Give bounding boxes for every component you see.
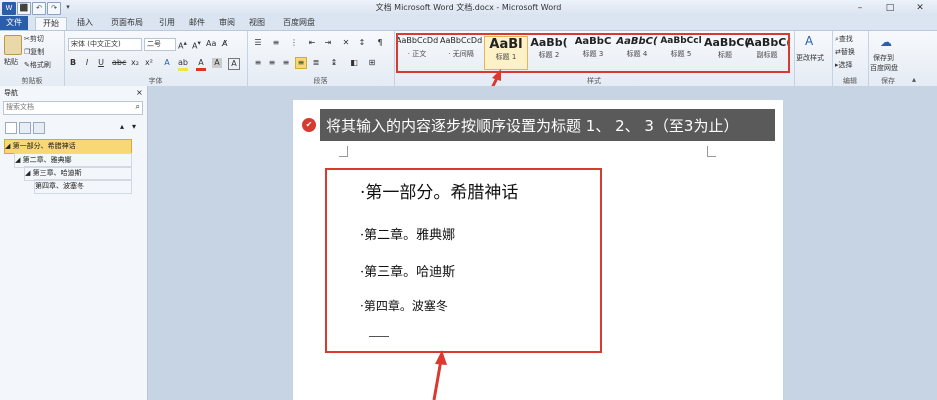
font-group-label: 字体 [148, 77, 163, 85]
results-view-icon[interactable] [33, 122, 45, 134]
bullets-icon[interactable]: ☰ [253, 38, 263, 48]
line-spacing-icon[interactable]: ↨ [329, 58, 339, 68]
increase-indent-icon[interactable]: ⇥ [323, 38, 333, 48]
headings-view-icon[interactable] [5, 122, 17, 134]
borders-icon[interactable]: ⊞ [367, 58, 377, 68]
window-title: 文档 Microsoft Word 文档.docx - Microsoft Wo… [375, 3, 562, 12]
paste-icon[interactable] [4, 35, 22, 55]
justify-icon[interactable]: ≡ [295, 57, 307, 69]
text-effects-icon[interactable]: A [162, 58, 172, 68]
font-color-icon[interactable]: A [196, 58, 206, 71]
save-to-button[interactable]: 保存到 [873, 53, 894, 63]
paste-button[interactable]: 粘贴 [4, 57, 18, 67]
decrease-indent-icon[interactable]: ⇤ [307, 38, 317, 48]
nav-item-part-1[interactable]: ◢ 第一部分、希腊神话 [4, 139, 132, 154]
margin-mark-left [339, 146, 348, 157]
tab-view[interactable]: 视图 [244, 17, 270, 29]
ribbon-tabs: 文件 开始 插入 页面布局 引用 邮件 审阅 视图 百度网盘 [0, 16, 937, 30]
close-button[interactable]: ✕ [910, 2, 930, 14]
collapse-ribbon-icon[interactable]: ▴ [912, 75, 916, 84]
shading-icon[interactable]: ◧ [349, 58, 359, 68]
arrow-to-headings [432, 350, 447, 400]
strikethrough-icon[interactable]: abc [112, 58, 126, 68]
select-button[interactable]: ▸选择 [835, 60, 853, 70]
baidu-cloud-icon[interactable]: ☁ [880, 35, 892, 49]
title-bar: W ⬛ ↶ ↷ ▾ 文档 Microsoft Word 文档.docx - Mi… [0, 0, 937, 17]
change-styles-icon: A [805, 34, 814, 48]
headings-highlight-box [325, 168, 602, 353]
nav-prev-icon[interactable]: ▴ [120, 122, 124, 131]
minimize-button[interactable]: – [850, 2, 870, 14]
editing-group: ⌕查找 ⇄替换 ▸选择 编辑 [832, 31, 869, 87]
clear-format-icon[interactable]: A̸ [222, 39, 227, 48]
font-family-select[interactable]: 宋体 (中文正文) [68, 38, 142, 51]
annotation-banner: 将其输入的内容逐步按顺序设置为标题 1、 2、 3（至3为止） [320, 109, 775, 141]
italic-icon[interactable]: I [82, 58, 92, 68]
nav-search-box[interactable]: ⌕ [3, 101, 143, 115]
clipboard-group-label: 剪贴板 [21, 77, 43, 85]
underline-icon[interactable]: U [96, 58, 106, 68]
multilevel-list-icon[interactable]: ⋮ [289, 38, 299, 48]
navigation-pane: 导航 × ⌕ ▴ ▾ ◢ 第一部分、希腊神话 ◢ 第二章、雅典娜 ◢ 第三章、哈… [0, 86, 148, 400]
tab-file[interactable]: 文件 [0, 16, 28, 30]
numbering-icon[interactable]: ≡ [271, 38, 281, 48]
nav-title: 导航 [4, 89, 18, 97]
copy-button[interactable]: ❐复制 [24, 47, 44, 57]
clipboard-group: 粘贴 ✂剪切 ❐复制 ✎格式刷 剪贴板 [0, 31, 65, 87]
nav-next-icon[interactable]: ▾ [132, 122, 136, 131]
align-left-icon[interactable]: ≡ [253, 58, 263, 68]
search-icon: ⌕ [135, 102, 140, 111]
font-size-select[interactable]: 二号 [144, 38, 176, 51]
grow-font-icon[interactable]: A▴ [178, 39, 187, 51]
nav-item-chapter-4[interactable]: 第四章、波塞冬 [34, 179, 132, 194]
font-group: 宋体 (中文正文) 二号 A▴ A▾ Aa A̸ B I U abc x₂ x²… [64, 31, 248, 87]
char-shading-icon[interactable]: A [212, 58, 222, 68]
distributed-icon[interactable]: ≣ [311, 58, 321, 68]
format-painter-button[interactable]: ✎格式刷 [24, 60, 51, 70]
styles-group-label: 样式 [587, 77, 601, 85]
baidu-netdisk-label: 百度网盘 [870, 64, 898, 72]
char-border-icon[interactable]: A [228, 58, 240, 70]
annotation-badge-icon: ✔ [302, 118, 316, 132]
show-marks-icon[interactable]: ¶ [375, 38, 385, 48]
paragraph-group: ☰ ≡ ⋮ ⇤ ⇥ ✕ ↕ ¶ ≡ ≡ ≡ ≡ ≣ ↨ ◧ ⊞ 段落 [247, 31, 395, 87]
paragraph-group-label: 段落 [313, 77, 328, 85]
change-styles-button[interactable]: A 更改样式 [794, 31, 833, 87]
align-right-icon[interactable]: ≡ [281, 58, 291, 68]
margin-mark-right [707, 146, 716, 157]
change-case-icon[interactable]: Aa [206, 39, 216, 48]
shrink-font-icon[interactable]: A▾ [192, 39, 201, 51]
sort-icon[interactable]: ↕ [357, 38, 367, 48]
subscript-icon[interactable]: x₂ [130, 58, 140, 68]
cut-button[interactable]: ✂剪切 [24, 34, 44, 44]
highlight-icon[interactable]: ab [178, 58, 188, 71]
replace-button[interactable]: ⇄替换 [835, 47, 855, 57]
tab-page-layout[interactable]: 页面布局 [104, 17, 150, 29]
annotation-text: 将其输入的内容逐步按顺序设置为标题 1、 2、 3（至3为止） [326, 117, 739, 135]
maximize-button[interactable]: □ [880, 2, 900, 14]
align-center-icon[interactable]: ≡ [267, 58, 277, 68]
tab-mailings[interactable]: 邮件 [184, 17, 210, 29]
save-group-label: 保存 [881, 77, 895, 85]
chinese-layout-icon[interactable]: ✕ [341, 38, 351, 48]
editing-group-label: 编辑 [843, 77, 857, 85]
pages-view-icon[interactable] [19, 122, 31, 134]
tab-insert[interactable]: 插入 [70, 17, 100, 29]
find-button[interactable]: ⌕查找 [835, 34, 853, 44]
tab-home[interactable]: 开始 [35, 17, 67, 30]
tab-references[interactable]: 引用 [154, 17, 180, 29]
styles-highlight-box [396, 33, 790, 73]
nav-search-input[interactable] [4, 102, 128, 112]
bold-icon[interactable]: B [68, 58, 78, 68]
nav-close-icon[interactable]: × [136, 88, 143, 97]
save-group: ☁ 保存到 百度网盘 保存 [868, 31, 908, 87]
tab-baidu-netdisk[interactable]: 百度网盘 [276, 17, 322, 29]
tab-review[interactable]: 审阅 [214, 17, 240, 29]
superscript-icon[interactable]: x² [144, 58, 154, 68]
